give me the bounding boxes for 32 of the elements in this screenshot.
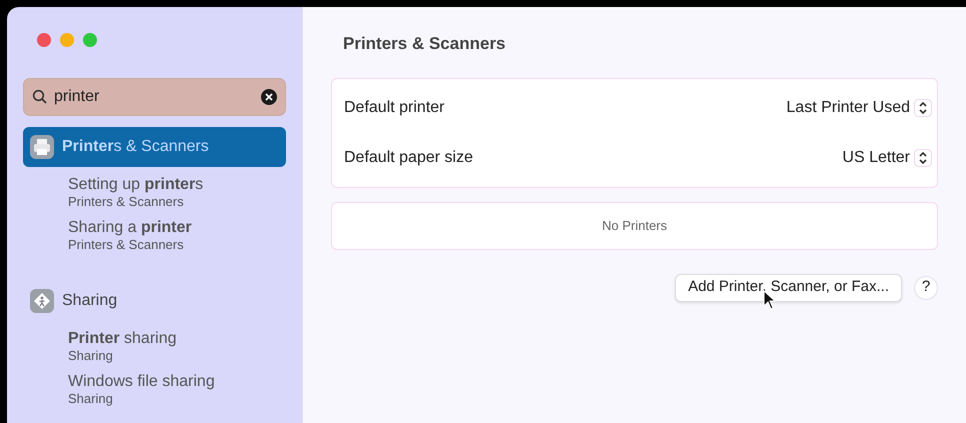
search-field[interactable]: printer bbox=[23, 78, 286, 116]
search-result-subtitle: Printers & Scanners bbox=[68, 236, 185, 253]
search-result-subtitle: Sharing bbox=[68, 347, 114, 364]
search-result[interactable]: Setting up printers Printers & Scanners bbox=[23, 176, 286, 210]
setting-label: Default paper size bbox=[344, 148, 473, 168]
stepper-icon[interactable] bbox=[914, 98, 932, 116]
stepper-icon[interactable] bbox=[914, 148, 932, 166]
printer-icon bbox=[30, 135, 54, 159]
popup-menu[interactable]: US Letter bbox=[842, 146, 932, 170]
clear-search-icon[interactable] bbox=[261, 89, 277, 105]
search-result[interactable]: Printer sharing Sharing bbox=[23, 330, 286, 364]
search-result[interactable]: Sharing a printer Printers & Scanners bbox=[23, 219, 286, 253]
search-result-title: Windows file sharing bbox=[68, 373, 216, 390]
search-result-subtitle: Sharing bbox=[68, 390, 114, 407]
help-button[interactable]: ? bbox=[914, 276, 938, 300]
sidebar-item[interactable]: Sharing bbox=[23, 281, 286, 321]
page-title: Printers & Scanners bbox=[343, 33, 507, 55]
close-window-button[interactable] bbox=[37, 33, 51, 47]
empty-list-message: No Printers bbox=[602, 216, 668, 235]
sharing-icon bbox=[30, 289, 54, 313]
sidebar-item[interactable]: Printers & Scanners bbox=[23, 127, 286, 167]
search-result-title: Printer sharing bbox=[68, 330, 178, 347]
search-icon bbox=[32, 89, 48, 105]
sidebar-item-label: Printers & Scanners bbox=[62, 137, 209, 157]
add-printer-button[interactable]: Add Printer, Scanner, or Fax... bbox=[675, 274, 902, 302]
search-result[interactable]: Windows file sharing Sharing bbox=[23, 373, 286, 407]
popup-menu[interactable]: Last Printer Used bbox=[786, 96, 932, 120]
search-result-title: Sharing a printer bbox=[68, 219, 193, 236]
sidebar-item-label: Sharing bbox=[62, 291, 118, 311]
search-result-title: Setting up printers bbox=[68, 176, 204, 193]
setting-label: Default printer bbox=[344, 98, 444, 118]
search-result-subtitle: Printers & Scanners bbox=[68, 193, 185, 210]
